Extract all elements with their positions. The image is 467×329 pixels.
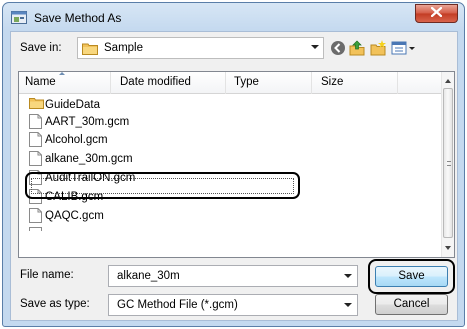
title-bar[interactable]: Save Method As <box>3 3 464 31</box>
list-item[interactable]: Alcohol.gcm <box>29 131 108 148</box>
chevron-down-icon[interactable] <box>344 274 352 278</box>
grip-icon <box>447 161 451 166</box>
save-button[interactable]: Save <box>375 266 448 287</box>
chevron-down-icon[interactable] <box>344 303 352 307</box>
column-header-date-modified[interactable]: Date modified <box>120 76 191 88</box>
file-icon <box>29 151 42 166</box>
save-in-label: Save in: <box>20 42 62 54</box>
column-divider[interactable] <box>397 72 398 94</box>
save-as-type-value: GC Method File (*.gcm) <box>117 299 238 311</box>
scroll-down-icon[interactable] <box>445 246 451 250</box>
file-icon <box>29 208 42 223</box>
list-item[interactable]: QAQC.gcm <box>29 207 104 224</box>
column-divider[interactable] <box>225 72 226 94</box>
file-name-label: File name: <box>20 269 74 281</box>
file-icon <box>29 132 42 147</box>
column-divider[interactable] <box>110 72 111 94</box>
folder-icon <box>82 42 98 55</box>
views-menu-icon[interactable] <box>391 39 417 57</box>
list-item-selected[interactable]: alkane_30m.gcm <box>29 150 133 167</box>
up-folder-icon[interactable] <box>348 39 366 57</box>
close-button[interactable] <box>415 4 458 23</box>
save-in-dropdown[interactable]: Sample <box>77 37 324 59</box>
chevron-down-icon[interactable] <box>311 45 319 49</box>
selection-focus-box <box>31 178 294 194</box>
window-title: Save Method As <box>34 11 122 25</box>
column-header-row: Name Date modified Type Size <box>19 72 443 94</box>
save-method-dialog: Save Method As Save in: Sample Name Date… <box>2 2 465 327</box>
dialog-body: Save in: Sample Name Date modified Type … <box>10 31 458 321</box>
close-icon <box>430 6 443 20</box>
list-item-label: Alcohol.gcm <box>45 133 108 146</box>
save-in-value: Sample <box>104 42 143 54</box>
sort-ascending-icon <box>59 72 65 75</box>
cancel-button[interactable]: Cancel <box>375 294 448 315</box>
file-icon-partial <box>29 227 42 231</box>
file-list[interactable]: Name Date modified Type Size GuideData A… <box>18 71 455 258</box>
list-item-label: GuideData <box>45 98 100 111</box>
file-icon <box>29 114 42 129</box>
column-header-name[interactable]: Name <box>25 76 56 88</box>
list-item-label: alkane_30m.gcm <box>45 152 133 165</box>
list-item[interactable]: AART_30m.gcm <box>29 113 129 130</box>
save-as-type-label: Save as type: <box>20 298 90 310</box>
column-divider[interactable] <box>311 72 312 94</box>
list-item-label: AART_30m.gcm <box>45 115 130 128</box>
scroll-up-icon[interactable] <box>445 79 451 83</box>
back-icon[interactable] <box>329 39 347 57</box>
vertical-scrollbar[interactable] <box>441 72 454 257</box>
folder-icon <box>29 97 44 112</box>
list-item[interactable]: GuideData <box>29 96 100 113</box>
column-header-size[interactable]: Size <box>321 76 343 88</box>
list-item-label: QAQC.gcm <box>45 209 104 222</box>
scroll-thumb[interactable] <box>443 88 453 238</box>
new-folder-icon[interactable] <box>369 39 387 57</box>
column-header-type[interactable]: Type <box>234 76 259 88</box>
file-name-input[interactable]: alkane_30m <box>108 265 358 287</box>
save-as-type-dropdown[interactable]: GC Method File (*.gcm) <box>108 294 358 316</box>
file-name-value: alkane_30m <box>117 270 180 282</box>
app-icon <box>11 11 27 24</box>
